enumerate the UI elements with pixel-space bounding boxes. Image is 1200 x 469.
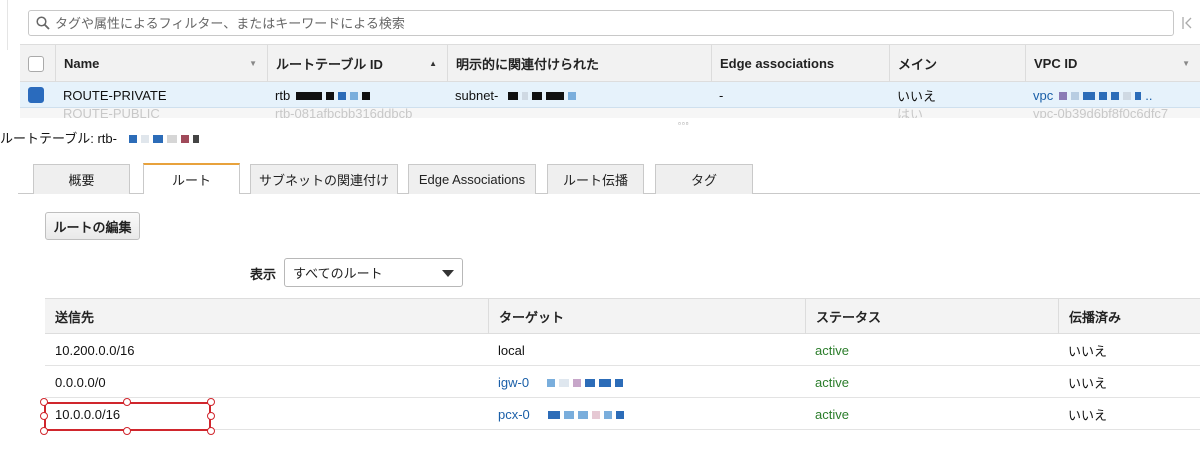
column-label: Name [64, 56, 100, 71]
column-header-target: ターゲット [488, 299, 805, 334]
column-header-destination: 送信先 [55, 310, 95, 325]
column-label: VPC ID [1034, 56, 1078, 71]
route-tables-table: Name ▼ ルートテーブル ID ▲ 明示的に関連付けられた Edge ass… [20, 44, 1200, 118]
cell-main: いいえ [897, 88, 937, 104]
cell-target[interactable]: igw-0 [488, 366, 627, 398]
search-input[interactable] [55, 12, 1173, 34]
filter-search-bar[interactable] [28, 10, 1174, 36]
resize-grip-icon[interactable]: ▫▫▫ [678, 119, 690, 128]
search-icon [29, 11, 55, 35]
highlight-handle [207, 427, 215, 435]
cell-destination: 0.0.0.0/0 [55, 374, 106, 390]
cell-main: はい [897, 108, 924, 118]
highlight-handle [40, 412, 48, 420]
subnet-prefix: subnet- [455, 87, 499, 103]
column-label: ルートテーブル ID [276, 57, 383, 72]
table-header-row: Name ▼ ルートテーブル ID ▲ 明示的に関連付けられた Edge ass… [20, 44, 1200, 82]
redacted-target [547, 407, 628, 422]
table-row-selected[interactable]: ROUTE-PRIVATE rtb subnet- - いいえ vpc .. [20, 82, 1200, 108]
detail-title-label: ルートテーブル: [0, 131, 94, 146]
edit-routes-button[interactable]: ルートの編集 [45, 212, 140, 240]
column-label: メイン [898, 57, 938, 72]
redacted-target [547, 375, 627, 390]
redacted-id [296, 88, 374, 103]
cell-destination: 10.200.0.0/16 [55, 342, 135, 358]
highlight-handle [207, 398, 215, 406]
overflow-dots: .. [1145, 87, 1153, 103]
sort-down-icon: ▼ [1182, 59, 1190, 68]
sort-up-icon: ▲ [429, 59, 437, 68]
cell-propagated: いいえ [1068, 407, 1108, 423]
tab-overview[interactable]: 概要 [33, 164, 130, 194]
cell-propagated: いいえ [1068, 343, 1108, 359]
cell-explicit: subnet- [455, 82, 580, 108]
route-filter-value: すべてのルート [293, 266, 383, 281]
route-filter-select[interactable]: すべてのルート [284, 258, 463, 287]
vpc-route-tables-console: Name ▼ ルートテーブル ID ▲ 明示的に関連付けられた Edge ass… [0, 0, 1200, 469]
target-link[interactable]: pcx-0 [498, 407, 530, 422]
dropdown-caret-icon [442, 270, 454, 277]
sort-down-icon: ▼ [249, 59, 257, 68]
table-row[interactable]: ROUTE-PUBLIC rtb-081afbcbb316ddbcb はい vp… [20, 108, 1200, 118]
tab-tags[interactable]: タグ [655, 164, 753, 194]
routes-table: 送信先 ターゲット ステータス 伝播済み 10.200.0.0/16 local… [45, 298, 1200, 430]
cell-route-table-id: rtb-081afbcbb316ddbcb [275, 108, 413, 118]
column-header-name[interactable]: Name ▼ [55, 45, 267, 82]
column-label: Edge associations [720, 56, 835, 71]
filter-label: 表示 [250, 267, 277, 282]
highlight-handle [40, 427, 48, 435]
cell-status: active [815, 342, 849, 358]
column-header-propagated: 伝播済み [1058, 299, 1200, 334]
cell-route-table-id: rtb [275, 82, 374, 108]
column-header-vpc-id[interactable]: VPC ID ▼ [1025, 45, 1200, 82]
table-row: 10.0.0.0/16 pcx-0 active いいえ [45, 398, 1200, 430]
column-header-explicit[interactable]: 明示的に関連付けられた [447, 45, 711, 82]
cell-target[interactable]: pcx-0 [488, 398, 628, 430]
cell-name: ROUTE-PRIVATE [63, 87, 167, 103]
highlight-handle [123, 427, 131, 435]
highlight-handle [40, 398, 48, 406]
row-checkbox[interactable] [28, 87, 44, 103]
tab-routes[interactable]: ルート [143, 163, 240, 194]
tab-edge-associations[interactable]: Edge Associations [408, 164, 536, 194]
column-header-status: ステータス [805, 299, 1058, 334]
detail-title-value: rtb- [97, 131, 117, 146]
cell-vpc-id: vpc-0b39d6bf8f0c6dfc7 [1033, 108, 1169, 118]
left-pane-edge [0, 0, 8, 50]
cell-target: local [498, 342, 525, 358]
highlight-handle [207, 412, 215, 420]
cell-status: active [815, 374, 849, 390]
column-header-route-table-id[interactable]: ルートテーブル ID ▲ [267, 45, 447, 82]
first-page-icon[interactable] [1180, 14, 1194, 32]
column-header-edge[interactable]: Edge associations [711, 45, 889, 82]
detail-tabs: 概要 ルート サブネットの関連付け Edge Associations ルート伝… [18, 163, 1200, 194]
column-label: 明示的に関連付けられた [456, 57, 600, 72]
rtb-prefix: rtb [275, 87, 291, 103]
cell-edge: - [719, 87, 724, 103]
tab-route-propagation[interactable]: ルート伝播 [547, 164, 644, 194]
table-row: 0.0.0.0/0 igw-0 active いいえ [45, 366, 1200, 398]
cell-propagated: いいえ [1068, 375, 1108, 391]
target-link[interactable]: igw-0 [498, 375, 529, 390]
vpc-prefix: vpc [1033, 87, 1054, 103]
cell-vpc-id[interactable]: vpc .. [1033, 82, 1152, 108]
redacted-subnet [508, 88, 580, 103]
redacted-vpc [1059, 88, 1145, 103]
highlight-handle [123, 398, 131, 406]
cell-name: ROUTE-PUBLIC [63, 108, 160, 118]
detail-title: ルートテーブル: rtb- [0, 128, 203, 147]
redacted-detail-id [128, 131, 203, 146]
table-row: 10.200.0.0/16 local active いいえ [45, 334, 1200, 366]
cell-status: active [815, 406, 849, 422]
tab-subnet-associations[interactable]: サブネットの関連付け [250, 164, 398, 194]
select-all-checkbox[interactable] [28, 56, 44, 72]
routes-header-row: 送信先 ターゲット ステータス 伝播済み [45, 298, 1200, 334]
column-header-main[interactable]: メイン [889, 45, 1025, 82]
